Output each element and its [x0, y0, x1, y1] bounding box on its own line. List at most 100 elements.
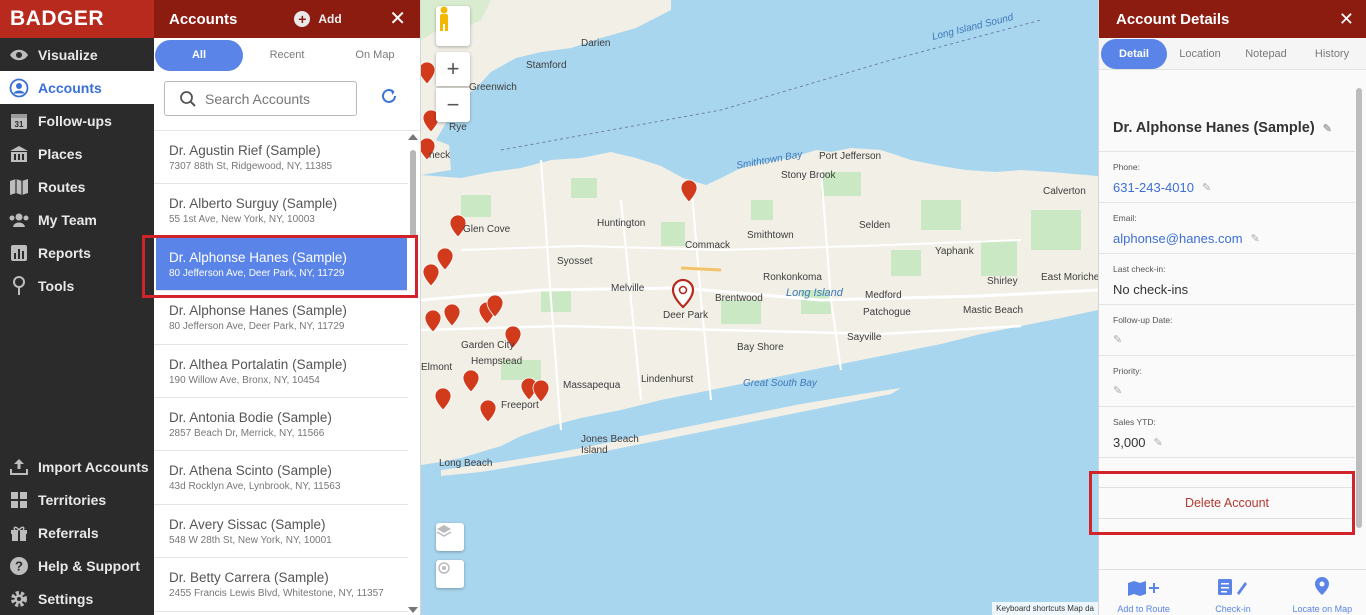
nav-settings[interactable]: Settings — [0, 582, 154, 615]
field-value-row: alphonse@hanes.com ✎ — [1113, 231, 1355, 246]
add-to-route-button[interactable]: Add to Route — [1099, 570, 1188, 615]
map-label: Massapequa — [563, 380, 621, 391]
nav-follow-ups[interactable]: 31 Follow-ups — [0, 104, 154, 137]
svg-text:?: ? — [15, 558, 23, 573]
tab-notepad[interactable]: Notepad — [1233, 48, 1299, 60]
scroll-down-arrow[interactable] — [408, 607, 418, 613]
detail-field-email: Email: alphonse@hanes.com ✎ — [1099, 203, 1355, 254]
map-label: Long Island — [786, 287, 843, 299]
detail-field-sales-ytd: Sales YTD: 3,000 ✎ — [1099, 407, 1355, 458]
close-details-button[interactable]: ✕ — [1339, 9, 1354, 30]
logo[interactable]: BADGER — [0, 0, 154, 38]
edit-pencil-icon[interactable]: ✎ — [1113, 384, 1122, 397]
tab-detail[interactable]: Detail — [1101, 38, 1167, 69]
filter-tab-all[interactable]: All — [155, 39, 243, 71]
map-label: Sayville — [847, 332, 882, 343]
edit-pencil-icon[interactable]: ✎ — [1113, 333, 1122, 346]
map-label: Freeport — [501, 400, 539, 411]
map-label: Syosset — [557, 256, 593, 267]
nav-label: Help & Support — [38, 557, 140, 574]
nav-label: Visualize — [38, 46, 98, 63]
nav-help-support[interactable]: ? Help & Support — [0, 549, 154, 582]
map-label: Mastic Beach — [963, 305, 1024, 316]
nav-label: Import Accounts — [38, 458, 149, 475]
edit-pencil-icon[interactable]: ✎ — [1202, 181, 1211, 194]
map-view[interactable]: + − Darien Stamford Greenwich Rye neck Long I… — [421, 0, 1098, 615]
account-row[interactable]: Dr. Avery Sissac (Sample) 548 W 28th St, … — [154, 505, 408, 559]
map-attribution[interactable]: Keyboard shortcuts Map da — [992, 602, 1098, 615]
field-value-row: ✎ — [1113, 384, 1355, 397]
nav-my-team[interactable]: My Team — [0, 203, 154, 236]
account-filter-tabs: All Recent On Map — [154, 39, 420, 71]
details-scrollbar[interactable] — [1356, 88, 1362, 528]
edit-pencil-icon[interactable]: ✎ — [1251, 232, 1260, 245]
nav-label: Referrals — [38, 524, 99, 541]
account-name: Dr. Avery Sissac (Sample) — [169, 516, 326, 532]
main-nav: BADGER Visualize Accounts 31 Follow-ups Plac… — [0, 0, 154, 615]
layers-button[interactable] — [436, 523, 464, 551]
refresh-icon[interactable] — [380, 87, 398, 111]
edit-pencil-icon[interactable]: ✎ — [1154, 436, 1163, 449]
tab-history[interactable]: History — [1299, 48, 1365, 60]
check-in-button[interactable]: Check-in — [1188, 570, 1277, 615]
nav-territories[interactable]: Territories — [0, 483, 154, 516]
locate-me-button[interactable] — [436, 560, 464, 588]
account-row[interactable]: Dr. Alphonse Hanes (Sample) 80 Jefferson … — [156, 237, 407, 292]
edit-pencil-icon[interactable]: ✎ — [1323, 122, 1332, 135]
account-name: Dr. Betty Carrera (Sample) — [169, 570, 329, 586]
zoom-in-button[interactable]: + — [436, 52, 470, 86]
scroll-up-arrow[interactable] — [408, 134, 418, 140]
account-row[interactable]: Dr. Althea Portalatin (Sample) 190 Willow… — [154, 345, 408, 398]
accounts-scrollbar[interactable] — [410, 150, 416, 238]
account-row[interactable]: Dr. Athena Scinto (Sample) 43d Rocklyn Av… — [154, 451, 408, 505]
nav-label: Accounts — [38, 79, 102, 96]
field-value: 3,000 — [1113, 435, 1146, 450]
delete-account-button[interactable]: Delete Account — [1099, 487, 1355, 519]
nav-import-accounts[interactable]: Import Accounts — [0, 450, 154, 483]
map-label: Shirley — [987, 276, 1018, 287]
account-row[interactable]: Dr. Antonia Bodie (Sample) 2857 Beach Dr,… — [154, 398, 408, 452]
field-value-row: No check-ins — [1113, 282, 1355, 297]
account-row[interactable]: Dr. Agustin Rief (Sample) 7307 88th St, R… — [154, 131, 408, 185]
account-address: 2455 Francis Lewis Blvd, Whitestone, NY,… — [169, 588, 384, 600]
details-header: Account Details ✕ — [1099, 0, 1366, 38]
account-details-panel: Account Details ✕ Detail Location Notepad H… — [1098, 0, 1366, 615]
add-account-button[interactable]: + Add — [294, 11, 342, 27]
account-row[interactable]: Dr. Betty Carrera (Sample) 2455 Francis L… — [154, 558, 408, 612]
help-icon: ? — [8, 556, 30, 576]
map-label: Greenwich — [469, 82, 517, 93]
checkin-icon — [1217, 578, 1249, 601]
close-accounts-button[interactable]: ✕ — [389, 9, 406, 29]
account-name: Dr. Alphonse Hanes (Sample) ✎ — [1099, 100, 1355, 152]
nav-routes[interactable]: Routes — [0, 170, 154, 203]
nav-accounts[interactable]: Accounts — [0, 71, 154, 104]
map-label: Patchogue — [863, 307, 911, 318]
account-row[interactable]: Dr. Alphonse Hanes (Sample) 80 Jefferson … — [154, 291, 408, 345]
filter-tab-recent[interactable]: Recent — [243, 49, 331, 61]
nav-tools[interactable]: Tools — [0, 269, 154, 302]
footer-label: Add to Route — [1117, 604, 1170, 614]
field-value-row: ✎ — [1113, 333, 1355, 346]
nav-reports[interactable]: Reports — [0, 236, 154, 269]
field-value[interactable]: alphonse@hanes.com — [1113, 231, 1243, 246]
locate-on-map-button[interactable]: Locate on Map — [1278, 570, 1366, 615]
tab-location[interactable]: Location — [1167, 48, 1233, 60]
filter-tab-on-map[interactable]: On Map — [331, 49, 419, 61]
gear-icon — [8, 589, 30, 609]
map-label: East Moriches — [1041, 272, 1098, 283]
pegman-icon — [440, 6, 448, 31]
nav-visualize[interactable]: Visualize — [0, 38, 154, 71]
nav-places[interactable]: Places — [0, 137, 154, 170]
field-value[interactable]: 631-243-4010 — [1113, 180, 1194, 195]
account-name: Dr. Alberto Surguy (Sample) — [169, 196, 338, 212]
zoom-out-button[interactable]: − — [436, 88, 470, 122]
account-row[interactable]: Dr. Alberto Surguy (Sample) 55 1st Ave, N… — [154, 184, 408, 238]
nav-referrals[interactable]: Referrals — [0, 516, 154, 549]
account-name: Dr. Athena Scinto (Sample) — [169, 463, 332, 479]
bar-chart-icon — [8, 243, 30, 263]
street-view-button[interactable] — [436, 6, 470, 46]
search-input[interactable] — [205, 90, 345, 107]
nav-bottom-items: Import Accounts Territories Referrals? Help… — [0, 450, 154, 615]
map-label: Calverton — [1043, 186, 1086, 197]
search-box[interactable] — [164, 81, 357, 116]
